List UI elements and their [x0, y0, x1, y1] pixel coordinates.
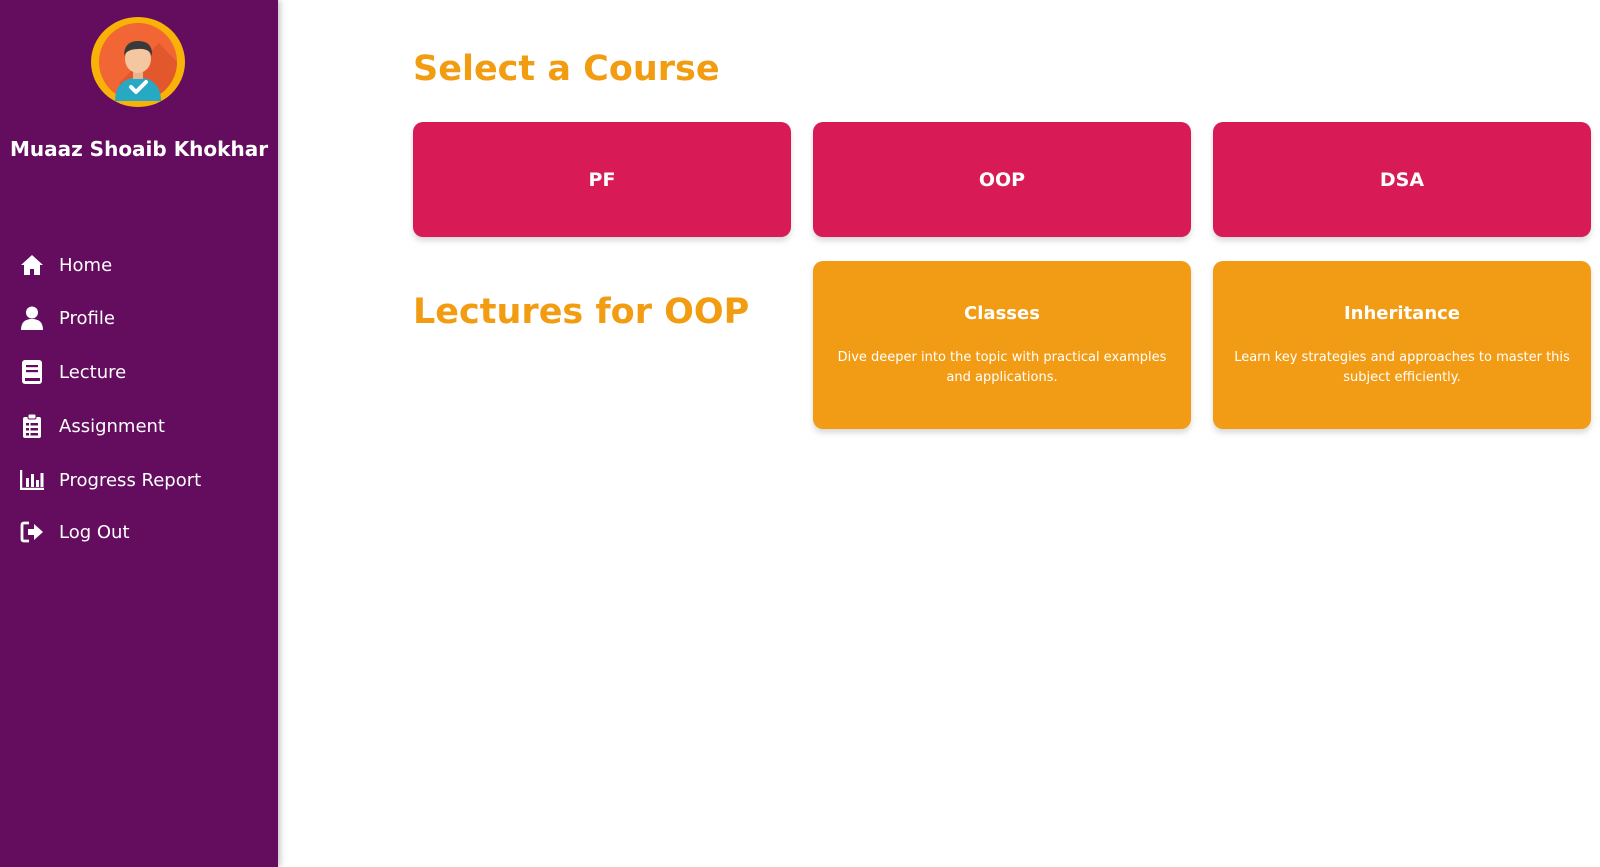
sidebar: Muaaz Shoaib Khokhar Home Profile Lectur… — [0, 0, 278, 867]
course-card-oop[interactable]: OOP — [813, 122, 1191, 237]
course-card-pf[interactable]: PF — [413, 122, 791, 237]
lecture-title: Classes — [964, 303, 1040, 324]
sidebar-item-progress-report[interactable]: Progress Report — [20, 465, 260, 495]
sidebar-item-logout[interactable]: Log Out — [20, 517, 260, 547]
select-course-title: Select a Course — [413, 49, 720, 89]
lecture-title: Inheritance — [1343, 303, 1461, 324]
lecture-description: Dive deeper into the topic with practica… — [837, 350, 1167, 385]
lecture-card-classes[interactable]: Classes Dive deeper into the topic with … — [813, 261, 1191, 429]
course-label: DSA — [1379, 168, 1425, 191]
logout-icon — [20, 520, 44, 544]
clipboard-icon — [20, 414, 44, 438]
sidebar-item-profile[interactable]: Profile — [20, 303, 260, 333]
sidebar-item-label: Home — [59, 254, 113, 276]
course-label: OOP — [978, 168, 1026, 191]
sidebar-item-label: Log Out — [59, 521, 130, 543]
user-name: Muaaz Shoaib Khokhar — [9, 137, 269, 161]
lectures-title: Lectures for OOP — [413, 292, 750, 332]
sidebar-item-label: Assignment — [59, 415, 165, 437]
user-icon — [20, 306, 44, 330]
bar-chart-icon — [20, 468, 44, 492]
sidebar-item-home[interactable]: Home — [20, 250, 260, 280]
sidebar-item-label: Lecture — [59, 361, 127, 383]
course-label: PF — [588, 168, 616, 191]
sidebar-item-lecture[interactable]: Lecture — [20, 357, 260, 387]
user-avatar-icon — [99, 23, 177, 101]
avatar — [91, 17, 185, 107]
sidebar-item-label: Profile — [59, 307, 115, 329]
sidebar-item-label: Progress Report — [59, 469, 202, 491]
lecture-description: Learn key strategies and approaches to m… — [1234, 350, 1570, 385]
course-card-dsa[interactable]: DSA — [1213, 122, 1591, 237]
home-icon — [20, 253, 44, 277]
lecture-card-inheritance[interactable]: Inheritance Learn key strategies and app… — [1213, 261, 1591, 429]
sidebar-item-assignment[interactable]: Assignment — [20, 411, 260, 441]
book-icon — [20, 360, 44, 384]
